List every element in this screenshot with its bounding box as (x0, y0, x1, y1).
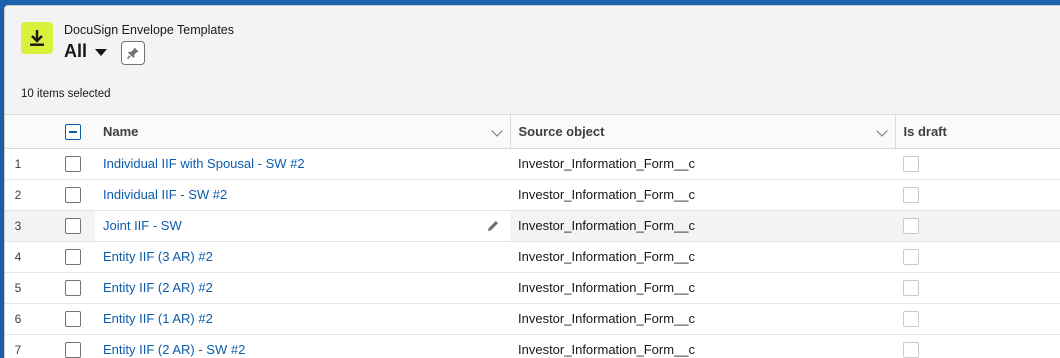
record-name-link[interactable]: Entity IIF (3 AR) #2 (103, 249, 213, 264)
row-checkbox[interactable] (65, 155, 81, 172)
column-header-name[interactable]: Name (95, 115, 511, 149)
record-name-link[interactable]: Individual IIF - SW #2 (103, 187, 227, 202)
column-header-draft[interactable]: Is draft (895, 115, 1060, 149)
is-draft-checkbox (903, 248, 919, 265)
column-label-source: Source object (518, 123, 605, 139)
record-name-link[interactable]: Entity IIF (1 AR) #2 (103, 311, 213, 326)
source-object-cell: Investor_Information_Form__c (510, 334, 895, 358)
row-checkbox[interactable] (65, 217, 81, 234)
select-all-header (57, 115, 95, 149)
row-checkbox[interactable] (65, 248, 81, 265)
column-label-name: Name (103, 123, 139, 139)
is-draft-checkbox (903, 310, 919, 327)
table-row[interactable]: 4 Entity IIF (3 AR) #2 Investor_Informat… (5, 241, 1060, 273)
row-checkbox[interactable] (65, 279, 81, 296)
column-header-source[interactable]: Source object (510, 115, 896, 149)
is-draft-checkbox (903, 217, 919, 234)
table-row[interactable]: 3 Joint IIF - SW Investor_Information_Fo… (5, 210, 1060, 242)
table-row[interactable]: 2 Individual IIF - SW #2 Investor_Inform… (5, 179, 1060, 211)
pin-icon (126, 47, 139, 60)
row-checkbox[interactable] (65, 186, 81, 203)
caret-down-icon (95, 49, 108, 56)
row-checkbox[interactable] (65, 310, 81, 327)
source-object-cell: Investor_Information_Form__c (510, 179, 895, 211)
select-all-checkbox[interactable] (65, 123, 81, 140)
chevron-down-icon[interactable] (490, 125, 503, 137)
row-number: 4 (5, 241, 57, 273)
table-header-row: Name Source object Is draft (5, 115, 1060, 149)
row-number: 2 (5, 179, 57, 211)
list-view-name: All (64, 41, 88, 61)
row-number: 7 (5, 334, 57, 358)
row-number: 6 (5, 303, 57, 335)
source-object-cell: Investor_Information_Form__c (510, 210, 895, 242)
row-number: 3 (5, 210, 57, 242)
record-name-link[interactable]: Joint IIF - SW (103, 218, 182, 233)
list-view-selector[interactable]: All (64, 41, 108, 62)
row-number: 1 (5, 148, 57, 180)
row-number: 5 (5, 272, 57, 304)
table-row[interactable]: 6 Entity IIF (1 AR) #2 Investor_Informat… (5, 303, 1060, 335)
record-name-link[interactable]: Entity IIF (2 AR) #2 (103, 280, 213, 295)
source-object-cell: Investor_Information_Form__c (510, 272, 895, 304)
list-view-panel: DocuSign Envelope Templates All 10 items… (4, 5, 1060, 358)
is-draft-checkbox (903, 155, 919, 172)
chevron-down-icon[interactable] (875, 125, 888, 137)
pin-list-button[interactable] (121, 41, 145, 65)
table-row[interactable]: 5 Entity IIF (2 AR) #2 Investor_Informat… (5, 272, 1060, 304)
list-header: DocuSign Envelope Templates All 10 items… (5, 6, 1060, 115)
is-draft-checkbox (903, 341, 919, 358)
pencil-icon[interactable] (486, 219, 500, 233)
row-number-header (5, 115, 57, 149)
download-icon (21, 22, 53, 54)
is-draft-checkbox (903, 279, 919, 296)
record-name-link[interactable]: Individual IIF with Spousal - SW #2 (103, 156, 305, 171)
column-label-draft: Is draft (903, 123, 947, 139)
row-checkbox[interactable] (65, 341, 81, 358)
records-table: Name Source object Is draft 1 Individual… (5, 115, 1060, 358)
source-object-cell: Investor_Information_Form__c (510, 241, 895, 273)
selected-count: 10 items selected (21, 88, 111, 100)
table-row[interactable]: 7 Entity IIF (2 AR) - SW #2 Investor_Inf… (5, 334, 1060, 358)
source-object-cell: Investor_Information_Form__c (510, 148, 895, 180)
object-label: DocuSign Envelope Templates (64, 23, 235, 37)
is-draft-checkbox (903, 186, 919, 203)
table-row[interactable]: 1 Individual IIF with Spousal - SW #2 In… (5, 148, 1060, 180)
record-name-link[interactable]: Entity IIF (2 AR) - SW #2 (103, 342, 245, 357)
source-object-cell: Investor_Information_Form__c (510, 303, 895, 335)
